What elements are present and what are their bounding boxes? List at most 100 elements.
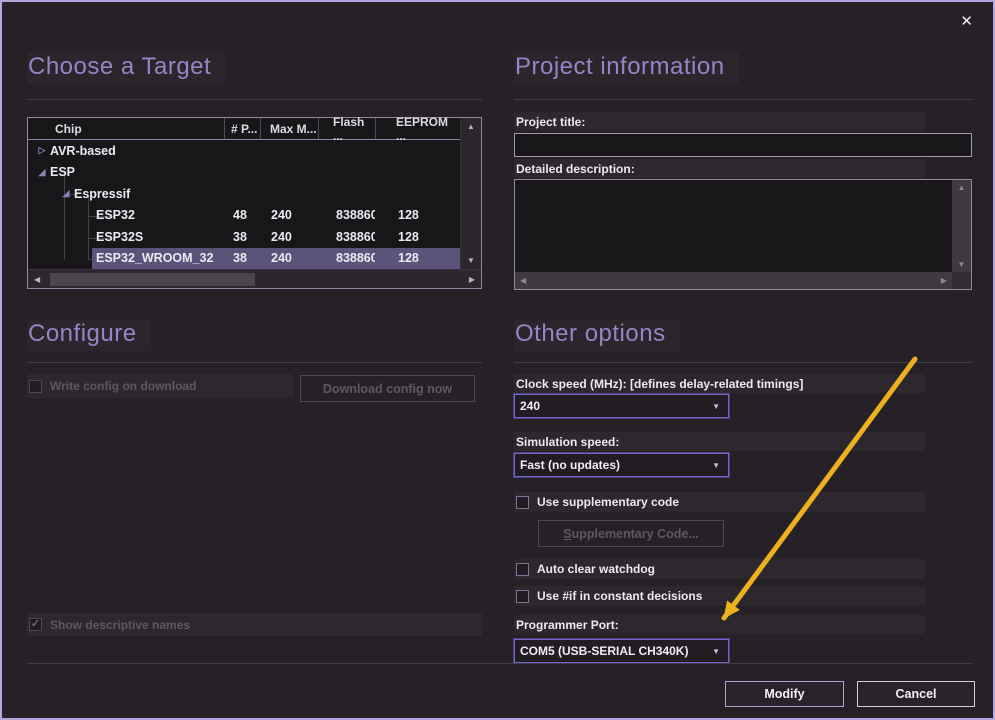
scrollbar-corner xyxy=(952,272,971,289)
chevron-down-icon: ▼ xyxy=(712,647,720,656)
scroll-down-icon[interactable]: ▼ xyxy=(467,256,475,265)
tree-expanded-icon[interactable]: ◢ xyxy=(58,188,74,199)
tree-collapsed-icon[interactable]: ▷ xyxy=(34,145,50,156)
row-label: ESP xyxy=(50,165,75,179)
chevron-down-icon: ▼ xyxy=(712,461,720,470)
cell-flash: 8388608 xyxy=(318,251,375,265)
auto-clear-watchdog-label: Auto clear watchdog xyxy=(537,562,655,576)
cell-pins: 38 xyxy=(224,230,260,244)
simulation-speed-label-strip: Simulation speed: xyxy=(514,432,925,451)
column-header-flash[interactable]: Flash ... xyxy=(318,118,375,139)
project-title-label-strip: Project title: xyxy=(514,112,925,131)
tree-expanded-icon[interactable]: ◢ xyxy=(34,167,50,178)
cell-pins: 48 xyxy=(224,208,260,222)
scroll-left-icon[interactable]: ◀ xyxy=(34,275,40,284)
row-label: ESP32S xyxy=(96,230,143,244)
simulation-speed-label: Simulation speed: xyxy=(516,435,619,449)
use-if-constant-row: Use #if in constant decisions xyxy=(514,586,925,606)
choose-target-dialog: ✕ Choose a Target Chip # P... Max M... F… xyxy=(0,0,995,720)
table-row-esp32[interactable]: ESP32 48 240 8388608 128 xyxy=(28,205,460,227)
chip-table: Chip # P... Max M... Flash ... EEPROM ..… xyxy=(27,117,482,289)
programmer-port-value: COM5 (USB-SERIAL CH340K) xyxy=(520,644,688,658)
cell-eeprom: 128 xyxy=(375,230,460,244)
cell-flash: 8388608 xyxy=(318,230,375,244)
cell-flash: 8388608 xyxy=(318,208,375,222)
button-label-rest: upplementary Code... xyxy=(572,527,699,541)
project-title-label: Project title: xyxy=(516,115,585,129)
section-heading-configure: Configure xyxy=(27,319,151,351)
show-descriptive-checkbox[interactable]: ✓ xyxy=(29,618,42,631)
cell-eeprom: 128 xyxy=(375,251,460,265)
section-heading-other-options: Other options xyxy=(514,319,680,351)
chevron-down-icon: ▼ xyxy=(712,402,720,411)
column-header-eeprom[interactable]: EEPROM ... xyxy=(375,118,460,139)
table-row-avr-based[interactable]: ▷AVR-based xyxy=(28,140,460,162)
programmer-port-select[interactable]: COM5 (USB-SERIAL CH340K) ▼ xyxy=(514,639,729,663)
write-config-row: Write config on download xyxy=(27,374,293,398)
scroll-left-icon[interactable]: ◀ xyxy=(520,276,526,285)
scroll-up-icon[interactable]: ▲ xyxy=(467,122,475,131)
supplementary-code-button[interactable]: Supplementary Code... xyxy=(538,520,724,547)
cell-maxmhz: 240 xyxy=(260,251,318,265)
description-label: Detailed description: xyxy=(516,162,635,176)
simulation-speed-select[interactable]: Fast (no updates) ▼ xyxy=(514,453,729,477)
table-row-esp32-wroom-32-selected[interactable]: ESP32_WROOM_32 38 240 8388608 128 xyxy=(28,248,460,270)
section-heading-project-information: Project information xyxy=(514,52,739,84)
description-label-strip: Detailed description: xyxy=(514,159,925,178)
project-title-input[interactable] xyxy=(514,133,972,157)
programmer-port-label: Programmer Port: xyxy=(516,618,619,632)
chip-table-body: ▷AVR-based ◢ESP ◢Espressif xyxy=(28,140,460,269)
vertical-scrollbar[interactable]: ▲ ▼ xyxy=(952,180,971,272)
section-heading-choose-target: Choose a Target xyxy=(27,52,225,84)
row-label: Espressif xyxy=(74,187,130,201)
scroll-right-icon[interactable]: ▶ xyxy=(469,275,475,284)
row-label: ESP32_WROOM_32 xyxy=(96,251,213,265)
table-row-espressif[interactable]: ◢Espressif xyxy=(28,183,460,205)
download-config-button[interactable]: Download config now xyxy=(300,375,475,402)
table-row-esp32s[interactable]: ESP32S 38 240 8388608 128 xyxy=(28,226,460,248)
divider xyxy=(27,663,972,664)
clock-speed-label-strip: Clock speed (MHz): [defines delay-relate… xyxy=(514,374,925,393)
clock-speed-label: Clock speed (MHz): [defines delay-relate… xyxy=(516,377,803,391)
project-description-textarea[interactable]: ▲ ▼ ◀ ▶ xyxy=(514,179,972,290)
chip-table-header: Chip # P... Max M... Flash ... EEPROM ..… xyxy=(28,118,460,140)
modify-button[interactable]: Modify xyxy=(725,681,844,707)
show-descriptive-label: Show descriptive names xyxy=(50,618,190,632)
row-label: ESP32 xyxy=(96,208,135,222)
scrollbar-thumb[interactable] xyxy=(50,273,255,286)
table-row-esp[interactable]: ◢ESP xyxy=(28,162,460,184)
scroll-right-icon[interactable]: ▶ xyxy=(941,276,947,285)
scroll-up-icon[interactable]: ▲ xyxy=(958,183,966,192)
divider xyxy=(27,362,482,363)
vertical-scrollbar[interactable]: ▲ ▼ xyxy=(460,118,481,269)
clock-speed-value: 240 xyxy=(520,399,540,413)
column-header-chip[interactable]: Chip xyxy=(28,118,224,139)
clock-speed-select[interactable]: 240 ▼ xyxy=(514,394,729,418)
horizontal-scrollbar[interactable]: ◀ ▶ xyxy=(28,269,481,288)
show-descriptive-row: ✓ Show descriptive names xyxy=(27,613,482,636)
use-if-constant-checkbox[interactable] xyxy=(516,590,529,603)
horizontal-scrollbar[interactable]: ◀ ▶ xyxy=(515,272,952,289)
use-supplementary-row: Use supplementary code xyxy=(514,492,925,512)
cell-eeprom: 128 xyxy=(375,208,460,222)
auto-clear-watchdog-row: Auto clear watchdog xyxy=(514,559,925,579)
row-label: AVR-based xyxy=(50,144,116,158)
write-config-checkbox[interactable] xyxy=(29,380,42,393)
cancel-button[interactable]: Cancel xyxy=(857,681,975,707)
column-header-maxmhz[interactable]: Max M... xyxy=(260,118,318,139)
write-config-label: Write config on download xyxy=(50,379,196,393)
divider xyxy=(514,362,972,363)
use-supplementary-checkbox[interactable] xyxy=(516,496,529,509)
simulation-speed-value: Fast (no updates) xyxy=(520,458,620,472)
divider xyxy=(27,99,482,100)
close-icon[interactable]: ✕ xyxy=(960,14,973,29)
check-icon: ✓ xyxy=(31,619,40,630)
cell-maxmhz: 240 xyxy=(260,208,318,222)
use-if-constant-label: Use #if in constant decisions xyxy=(537,589,702,603)
mnemonic-letter: S xyxy=(563,527,571,541)
auto-clear-watchdog-checkbox[interactable] xyxy=(516,563,529,576)
divider xyxy=(514,99,972,100)
scroll-down-icon[interactable]: ▼ xyxy=(958,260,966,269)
cell-maxmhz: 240 xyxy=(260,230,318,244)
column-header-pins[interactable]: # P... xyxy=(224,118,260,139)
